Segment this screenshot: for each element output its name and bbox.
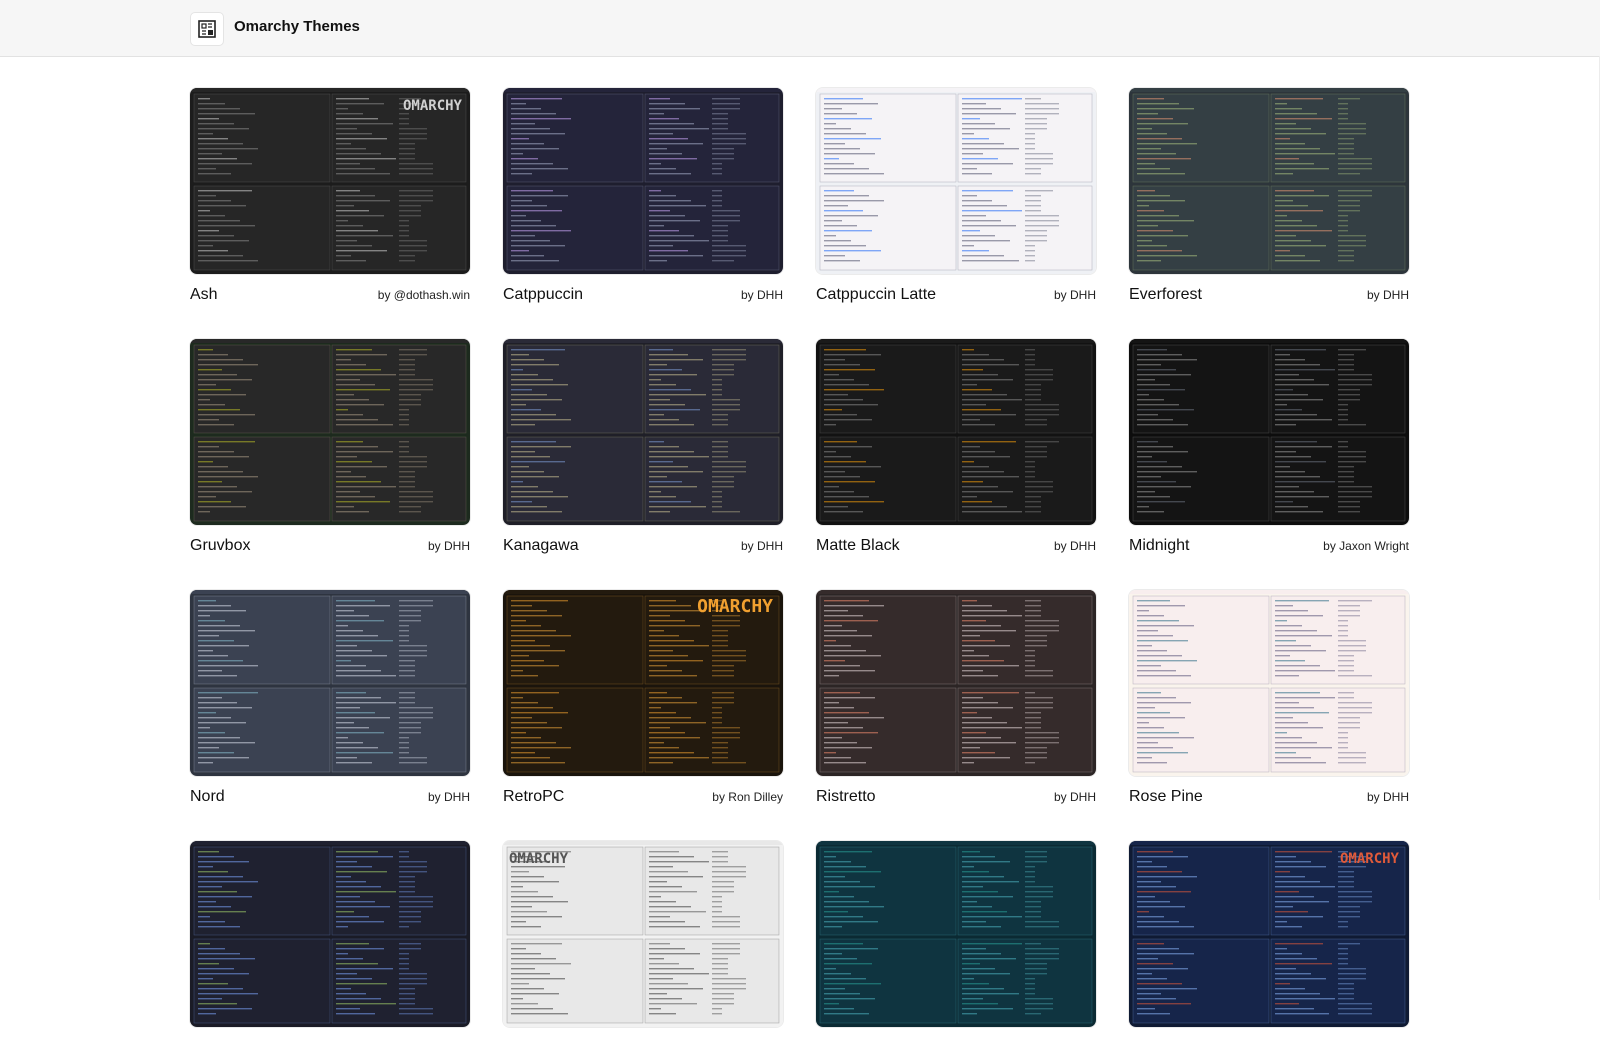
theme-author: by DHH: [1053, 790, 1096, 804]
theme-meta: RetroPC by Ron Dilley: [503, 788, 783, 806]
theme-meta: Midnight by Jaxon Wright: [1129, 537, 1409, 555]
theme-meta: Matte Black by DHH: [816, 537, 1096, 555]
theme-meta: Rose Pine by DHH: [1129, 788, 1409, 806]
theme-meta: Ristretto by DHH: [816, 788, 1096, 806]
omarchy-logo-text: OMARCHY: [697, 596, 773, 617]
theme-meta: Everforest by DHH: [1129, 286, 1409, 304]
theme-card[interactable]: OMARCHY Ash by @dothash.win: [190, 88, 470, 304]
theme-name[interactable]: Catppuccin Latte: [816, 286, 936, 304]
omarchy-logo-text: OMARCHY: [509, 851, 569, 867]
omarchy-logo-text: OMARCHY: [403, 98, 463, 114]
theme-meta: Ash by @dothash.win: [190, 286, 470, 304]
theme-name[interactable]: Catppuccin: [503, 286, 583, 304]
theme-author: by DHH: [1366, 288, 1409, 302]
theme-screenshot[interactable]: [816, 841, 1096, 1027]
theme-author: by DHH: [740, 288, 783, 302]
theme-screenshot[interactable]: [503, 339, 783, 525]
app-title: Omarchy Themes: [234, 18, 360, 35]
theme-screenshot[interactable]: [816, 339, 1096, 525]
theme-card[interactable]: Ristretto by DHH: [816, 590, 1096, 806]
theme-screenshot[interactable]: [503, 88, 783, 274]
theme-card[interactable]: Catppuccin Latte by DHH: [816, 88, 1096, 304]
theme-author: by Jaxon Wright: [1323, 539, 1409, 553]
theme-screenshot[interactable]: [816, 590, 1096, 776]
theme-name[interactable]: Rose Pine: [1129, 788, 1203, 806]
theme-screenshot[interactable]: OMARCHY: [503, 841, 783, 1027]
theme-meta: Catppuccin by DHH: [503, 286, 783, 304]
theme-author: by DHH: [427, 539, 470, 553]
theme-screenshot[interactable]: [816, 88, 1096, 274]
theme-name[interactable]: Ash: [190, 286, 218, 304]
theme-author: by DHH: [1366, 790, 1409, 804]
theme-name[interactable]: RetroPC: [503, 788, 564, 806]
theme-card[interactable]: Catppuccin by DHH: [503, 88, 783, 304]
theme-meta: Nord by DHH: [190, 788, 470, 806]
theme-meta: Catppuccin Latte by DHH: [816, 286, 1096, 304]
theme-name[interactable]: Everforest: [1129, 286, 1202, 304]
top-bar: Omarchy Themes: [0, 0, 1600, 57]
theme-screenshot[interactable]: [1129, 88, 1409, 274]
theme-author: by DHH: [1053, 288, 1096, 302]
theme-name[interactable]: Ristretto: [816, 788, 876, 806]
omarchy-logo-icon[interactable]: [190, 12, 224, 46]
theme-screenshot[interactable]: [190, 841, 470, 1027]
theme-name[interactable]: Gruvbox: [190, 537, 250, 555]
theme-name[interactable]: Midnight: [1129, 537, 1189, 555]
theme-card[interactable]: Everforest by DHH: [1129, 88, 1409, 304]
theme-card[interactable]: [816, 841, 1096, 1039]
theme-screenshot[interactable]: [190, 590, 470, 776]
theme-card[interactable]: Kanagawa by DHH: [503, 339, 783, 555]
theme-name[interactable]: Kanagawa: [503, 537, 579, 555]
theme-screenshot[interactable]: [1129, 590, 1409, 776]
theme-meta: Kanagawa by DHH: [503, 537, 783, 555]
theme-card[interactable]: [190, 841, 470, 1039]
theme-author: by Ron Dilley: [712, 790, 783, 804]
theme-card[interactable]: OMARCHY: [503, 841, 783, 1039]
theme-author: by DHH: [740, 539, 783, 553]
theme-card[interactable]: OMARCHY RetroPC by Ron Dilley: [503, 590, 783, 806]
theme-screenshot[interactable]: OMARCHY: [190, 88, 470, 274]
theme-screenshot[interactable]: [190, 339, 470, 525]
theme-screenshot[interactable]: [1129, 339, 1409, 525]
theme-meta: Gruvbox by DHH: [190, 537, 470, 555]
theme-author: by DHH: [427, 790, 470, 804]
theme-author: by DHH: [1053, 539, 1096, 553]
theme-card[interactable]: Rose Pine by DHH: [1129, 590, 1409, 806]
theme-card[interactable]: Matte Black by DHH: [816, 339, 1096, 555]
theme-card[interactable]: Midnight by Jaxon Wright: [1129, 339, 1409, 555]
theme-card[interactable]: Nord by DHH: [190, 590, 470, 806]
theme-screenshot[interactable]: OMARCHY: [503, 590, 783, 776]
theme-card[interactable]: Gruvbox by DHH: [190, 339, 470, 555]
omarchy-logo-text: OMARCHY: [1340, 851, 1400, 867]
theme-card[interactable]: OMARCHY: [1129, 841, 1409, 1039]
theme-name[interactable]: Nord: [190, 788, 225, 806]
theme-author: by @dothash.win: [377, 288, 470, 302]
theme-screenshot[interactable]: OMARCHY: [1129, 841, 1409, 1027]
theme-name[interactable]: Matte Black: [816, 537, 900, 555]
